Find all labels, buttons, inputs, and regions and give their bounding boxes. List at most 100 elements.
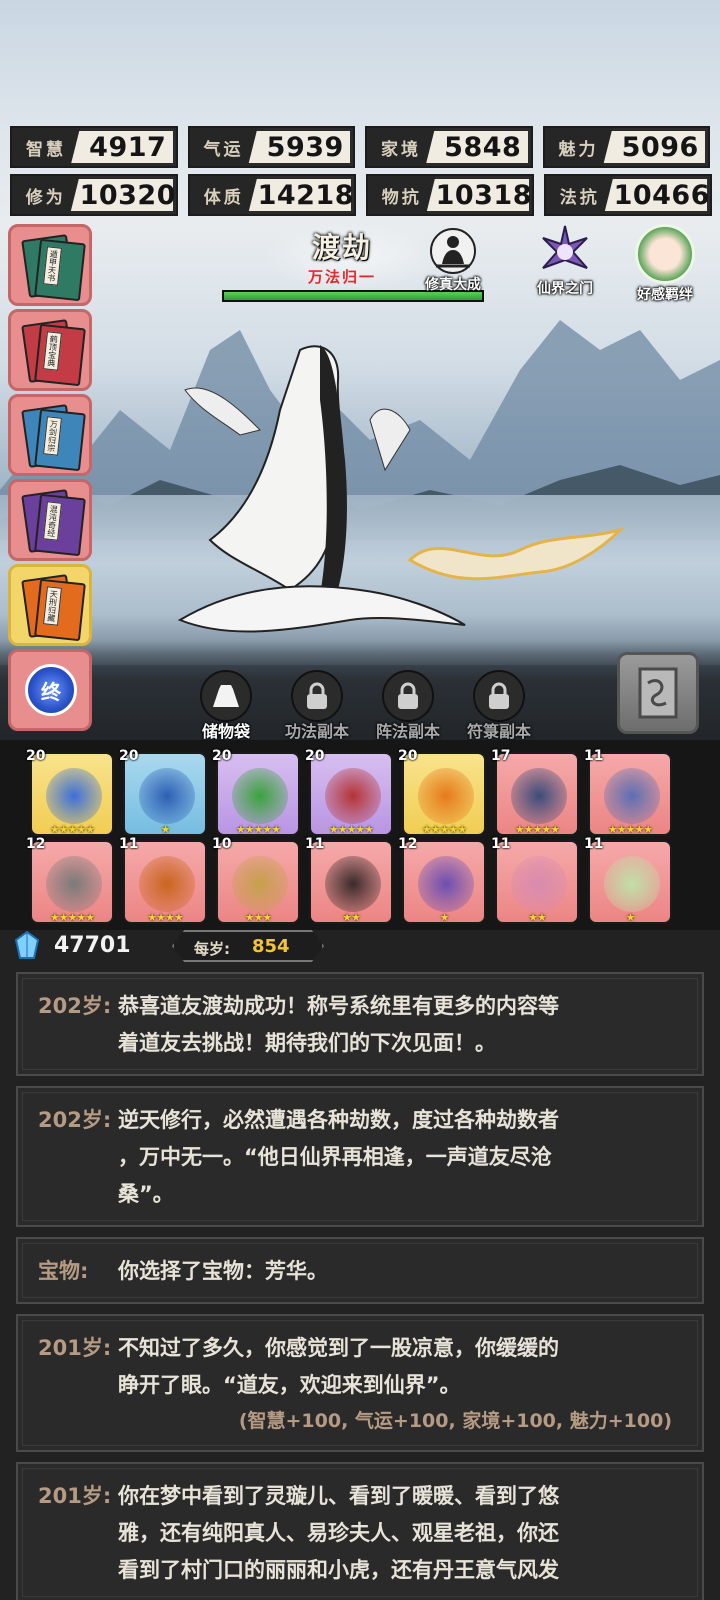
tab-label: 储物袋: [201, 722, 250, 741]
log-text: 你在梦中看到了灵璇儿、看到了暖暖、看到了悠: [118, 1484, 559, 1508]
stat-panel: 物抗 10318: [366, 174, 534, 216]
gate-label: 仙界之门: [537, 281, 593, 297]
tab-2[interactable]: 阵法副本: [362, 670, 454, 742]
log-text: 着道友去挑战！期待我们的下次见面！。: [118, 1031, 496, 1055]
lock-icon: [291, 670, 343, 722]
tab-label: 功法副本: [284, 722, 349, 741]
stat-label: 法抗: [546, 176, 614, 214]
ring-icon: [325, 768, 381, 824]
skill-book-button[interactable]: 遁甲天书: [8, 224, 92, 306]
meditate-label: 修真大成: [425, 277, 481, 293]
immortal-gate-button[interactable]: 仙界之门: [522, 224, 608, 298]
log-text: 睁开了眼。“道友，欢迎来到仙界”。: [118, 1373, 461, 1397]
inventory-slot[interactable]: 17 ★★★★★: [491, 748, 579, 836]
item-level: 20: [212, 748, 232, 764]
item-level: 20: [119, 748, 139, 764]
inventory-slot[interactable]: 12 ★: [398, 836, 486, 924]
inventory-slot[interactable]: 20 ★★★★★: [212, 748, 300, 836]
dagger-icon: [511, 768, 567, 824]
item-stars: ★: [625, 911, 636, 924]
realm-subtitle: 万法归一: [307, 268, 376, 286]
golden-dragon-figure: [407, 527, 625, 581]
stat-value: 14218: [257, 179, 354, 211]
item-level: 20: [26, 748, 46, 764]
log-age: [38, 1367, 118, 1404]
inventory-slot[interactable]: 20 ★★★★★: [26, 748, 114, 836]
inventory-slot[interactable]: 11 ★: [584, 836, 672, 924]
inventory-slot[interactable]: 11 ★★★★★: [584, 748, 672, 836]
skill-book-column: 遁甲天书 鹤顶宝典 万剑归宗 混沌奇经 天刑归藏终: [8, 224, 92, 734]
inventory-slot[interactable]: 20 ★: [119, 748, 207, 836]
item-level: 17: [491, 748, 511, 764]
tab-label: 阵法副本: [375, 722, 440, 741]
log-age: 宝物:: [38, 1259, 89, 1283]
tab-3[interactable]: 符箓副本: [453, 670, 545, 742]
log-text: 桑”。: [118, 1182, 174, 1206]
skill-book-button[interactable]: 混沌奇经: [8, 479, 92, 561]
item-stars: ★★: [528, 911, 547, 924]
item-level: 11: [305, 836, 325, 852]
scroll-button[interactable]: [617, 652, 699, 734]
inventory-slot[interactable]: 11 ★★: [491, 836, 579, 924]
stat-panel: 家境 5848: [365, 126, 533, 168]
affection-bond-button[interactable]: 好感羁绊: [624, 224, 706, 304]
skill-book-button[interactable]: 天刑归藏: [8, 564, 92, 646]
inventory-slot[interactable]: 11 ★★★★: [119, 836, 207, 924]
lock-icon: [473, 670, 525, 722]
stat-panel: 智慧 4917: [10, 126, 178, 168]
spear-icon: [604, 768, 660, 824]
inventory-slot[interactable]: 11 ★★: [305, 836, 393, 924]
mirror-icon: [418, 856, 474, 912]
inventory-slot[interactable]: 20 ★★★★★: [398, 748, 486, 836]
skill-book-button[interactable]: 万剑归宗: [8, 394, 92, 476]
inventory-slot[interactable]: 12 ★★★★★: [26, 836, 114, 924]
log-age: 202岁:: [38, 994, 112, 1018]
inventory-slot[interactable]: 20 ★★★★★: [305, 748, 393, 836]
log-entry: 201岁: 不知过了多久，你感觉到了一股凉意，你缓缓的 睁开了眼。“道友，欢迎来…: [16, 1314, 704, 1452]
tab-0[interactable]: 储物袋: [180, 670, 272, 742]
spirit-stone-amount: 47701: [54, 933, 131, 958]
stat-value: 10320: [79, 179, 176, 211]
gate-icon: [533, 224, 597, 278]
per-age-gain: 每岁: 854: [172, 930, 324, 962]
stat-panel: 法抗 10466: [544, 174, 712, 216]
item-stars: ★★★: [244, 911, 273, 924]
item-stars: ★★★★★: [49, 823, 95, 836]
orb-icon: [46, 768, 102, 824]
avatar: [635, 224, 695, 284]
item-stars: ★: [439, 911, 450, 924]
log-entry: 202岁: 恭喜道友渡劫成功！称号系统里有更多的内容等 着道友去挑战！期待我们的…: [16, 972, 704, 1076]
stat-label: 智慧: [12, 128, 80, 166]
log-text: 逆天修行，必然遭遇各种劫数，度过各种劫数者: [118, 1108, 559, 1132]
end-icon: 终: [25, 664, 77, 716]
hammer-icon: [325, 856, 381, 912]
item-level: 20: [398, 748, 418, 764]
skill-book-button[interactable]: 鹤顶宝典: [8, 309, 92, 391]
item-level: 12: [26, 836, 46, 852]
stat-value: 10466: [613, 179, 710, 211]
bottom-tabs: 储物袋 功法副本 阵法副本 符箓副本: [180, 670, 540, 742]
per-age-label: 每岁:: [194, 940, 230, 958]
item-level: 10: [212, 836, 232, 852]
log-age: [38, 1552, 118, 1589]
item-level: 11: [584, 748, 604, 764]
inventory-slot[interactable]: 10 ★★★: [212, 836, 300, 924]
item-stars: ★★★★★: [607, 823, 653, 836]
stat-label: 修为: [12, 176, 80, 214]
item-stars: ★: [160, 823, 171, 836]
log-text: 不知过了多久，你感觉到了一股凉意，你缓缓的: [118, 1336, 559, 1360]
log-age: 201岁:: [38, 1336, 112, 1360]
tab-1[interactable]: 功法副本: [271, 670, 363, 742]
stat-value: 10318: [435, 179, 532, 211]
end-life-button[interactable]: 终: [8, 649, 92, 731]
log-entry: 宝物: 你选择了宝物：芳华。: [16, 1237, 704, 1304]
sword-icon: [232, 856, 288, 912]
battle-scene: [0, 0, 720, 755]
event-log[interactable]: 202岁: 恭喜道友渡劫成功！称号系统里有更多的内容等 着道友去挑战！期待我们的…: [0, 964, 720, 1600]
log-entry: 202岁: 逆天修行，必然遭遇各种劫数，度过各种劫数者 ，万中无一。“他日仙界再…: [16, 1086, 704, 1227]
stat-value: 5939: [266, 131, 344, 163]
item-stars: ★★★★★: [235, 823, 281, 836]
meditate-button[interactable]: 修真大成: [418, 228, 488, 294]
axe-icon: [46, 856, 102, 912]
meditation-icon: [430, 228, 476, 274]
